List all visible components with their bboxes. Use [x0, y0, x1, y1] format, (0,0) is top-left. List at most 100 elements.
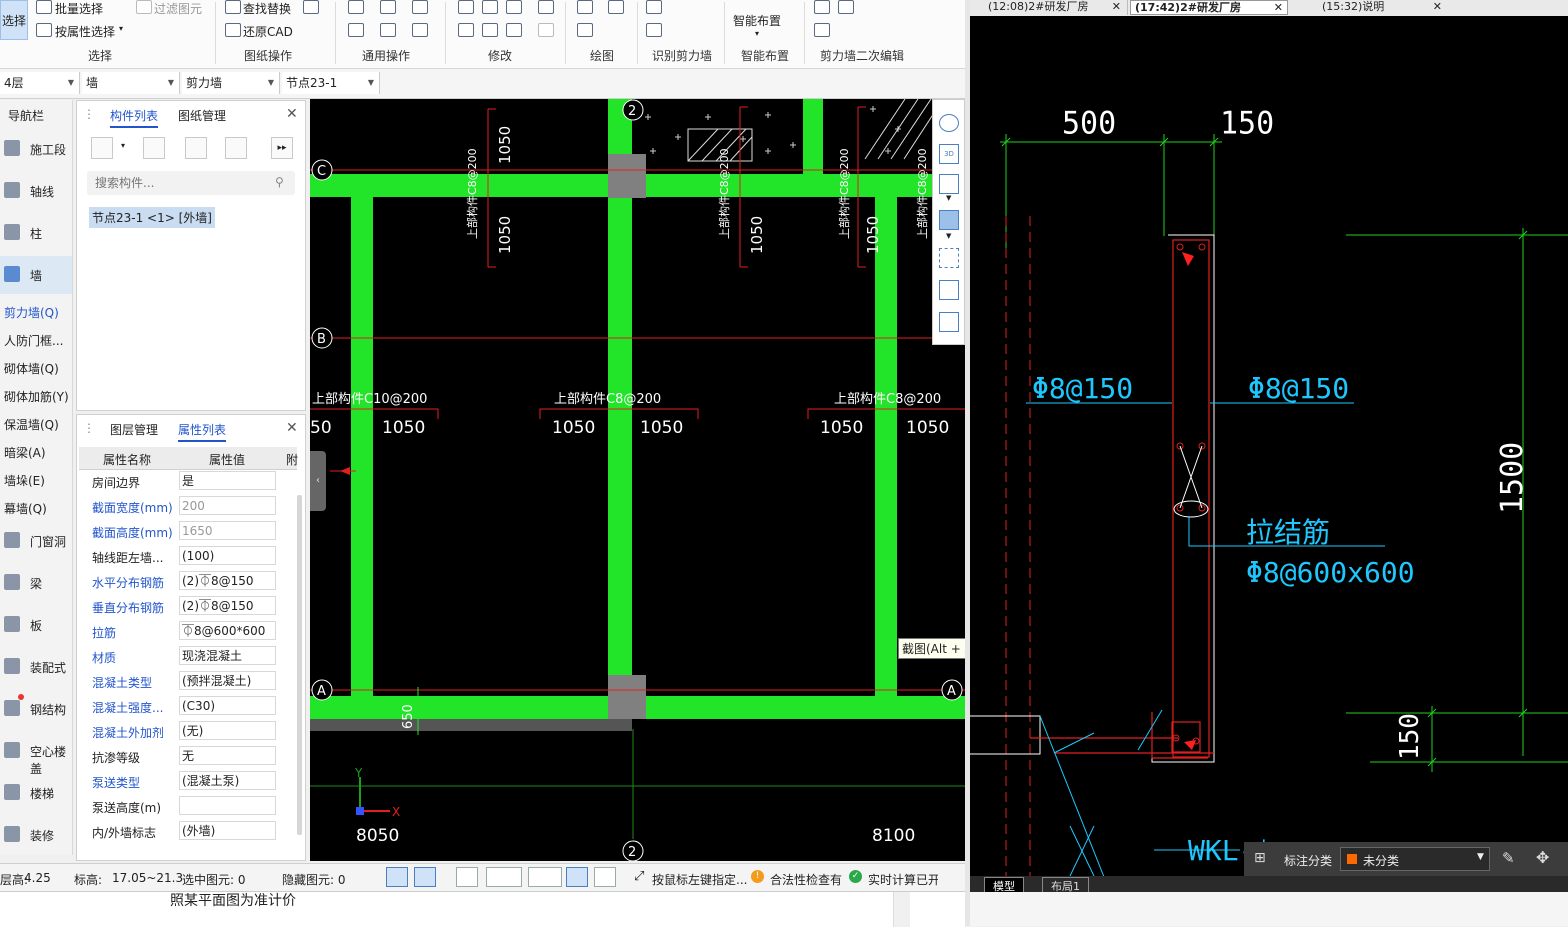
legality-check[interactable]: 合法性检查有 [770, 871, 842, 888]
extend-icon[interactable] [482, 23, 498, 37]
layer-icon[interactable] [303, 0, 319, 14]
realtime-calc[interactable]: 实时计算已开 [868, 871, 938, 888]
more-icon[interactable]: ▸▸ [271, 137, 293, 159]
secondary-edit-icon-2[interactable] [838, 0, 854, 14]
property-value[interactable]: (外墙) [179, 821, 276, 840]
move-icon[interactable]: ✥ [1536, 848, 1549, 867]
arc-draw-icon[interactable] [577, 23, 593, 37]
nav-sub-wall-pier[interactable]: 墙垛(E) [4, 472, 45, 489]
offset-icon[interactable] [538, 23, 554, 37]
snap-toggle[interactable] [414, 867, 436, 887]
type-select[interactable]: 剪力墙 ▼ [182, 72, 280, 94]
nav-item-prefab[interactable]: 装配式 [0, 648, 72, 686]
align-icon[interactable] [506, 0, 522, 14]
attr-select-button[interactable]: 按属性选择 [55, 23, 115, 40]
secondary-edit-icon-3[interactable] [814, 23, 830, 37]
close-icon[interactable]: ✕ [286, 106, 298, 122]
secondary-edit-icon-1[interactable] [814, 0, 830, 14]
property-value[interactable]: 200 [179, 496, 276, 515]
lock-icon[interactable] [348, 23, 364, 37]
break-icon[interactable] [506, 23, 522, 37]
nav-item-door-window[interactable]: 门窗洞 [0, 522, 72, 560]
ortho-toggle[interactable] [386, 867, 408, 887]
nav-sub-shear-wall[interactable]: 剪力墙(Q) [4, 304, 59, 321]
common-op-icon-4[interactable] [380, 23, 396, 37]
property-value[interactable]: 无 [179, 746, 276, 765]
nav-item-axis[interactable]: 轴线 [0, 172, 72, 210]
zoom-extents-icon[interactable] [939, 248, 959, 268]
nav-sub-masonry-wall[interactable]: 砌体墙(Q) [4, 360, 59, 377]
close-icon[interactable]: ✕ [1433, 0, 1442, 14]
mirror-icon[interactable] [482, 0, 498, 14]
property-value[interactable]: (混凝土泵) [179, 771, 276, 790]
property-value[interactable] [179, 796, 276, 815]
chevron-down-icon[interactable]: ▼ [946, 194, 951, 202]
drawing-canvas[interactable]: C B A A 2 2 1050 1050 1050 1050 上部构件C8@2… [310, 99, 965, 861]
copy-component-icon[interactable] [143, 137, 165, 159]
drawing-tab-3[interactable]: (15:32)说明 ✕ [1290, 0, 1448, 15]
search-input[interactable] [93, 174, 267, 192]
recognize-icon-2[interactable] [646, 23, 662, 37]
property-row[interactable]: 垂直分布钢筋 (2)⏁8@150 [80, 594, 280, 619]
detail-drawing-canvas[interactable]: 500 150 1500 150 Φ8@150 Φ8@150 拉结筋 Φ8@60… [970, 16, 1568, 892]
orbit-icon[interactable] [939, 114, 959, 132]
smart-layout-dropdown-icon[interactable]: ▾ [755, 29, 759, 38]
property-value[interactable]: (无) [179, 721, 276, 740]
category-select[interactable]: 墙 ▼ [82, 72, 180, 94]
tab-drawing-management[interactable]: 图纸管理 [178, 107, 226, 124]
nav-item-wall[interactable]: 墙 [0, 256, 72, 294]
tab-layer-management[interactable]: 图层管理 [110, 421, 158, 438]
nav-item-slab[interactable]: 板 [0, 606, 72, 644]
layer-copy-icon[interactable] [225, 137, 247, 159]
drag-handle-icon[interactable]: ⋮ [83, 107, 95, 121]
nav-item-stairs[interactable]: 楼梯 [0, 774, 72, 812]
property-value[interactable]: (C30) [179, 696, 276, 715]
tab-component-list[interactable]: 构件列表 [110, 107, 159, 128]
new-component-icon[interactable] [91, 137, 113, 159]
property-row[interactable]: 房间边界 是 [80, 469, 280, 494]
component-select[interactable]: 节点23-1 ▼ [282, 72, 380, 94]
common-op-icon-1[interactable] [348, 0, 364, 14]
find-replace-button[interactable]: 查找替换 [243, 0, 291, 17]
trim-icon[interactable] [538, 0, 554, 14]
property-row[interactable]: 水平分布钢筋 (2)⏁8@150 [80, 569, 280, 594]
close-icon[interactable]: ✕ [286, 420, 298, 436]
line-draw-icon[interactable] [577, 0, 593, 14]
property-value[interactable]: 1650 [179, 521, 276, 540]
common-op-icon-5[interactable] [412, 23, 428, 37]
grid-icon[interactable]: ⊞ [1254, 850, 1270, 866]
cube-view-icon[interactable] [939, 174, 959, 194]
property-value[interactable]: (2)⏁8@150 [179, 571, 276, 590]
close-icon[interactable]: ✕ [1273, 1, 1283, 14]
property-row[interactable]: 材质 现浇混凝土 [80, 644, 280, 669]
cube-solid-icon[interactable] [939, 210, 959, 230]
batch-select-button[interactable]: 批量选择 [55, 0, 103, 17]
nav-sub-insulation-wall[interactable]: 保温墙(Q) [4, 416, 59, 433]
view-settings-icon[interactable] [939, 312, 959, 332]
nav-sub-masonry-reinforce[interactable]: 砌体加筋(Y) [4, 388, 69, 405]
rect-draw-icon[interactable] [608, 0, 624, 14]
group-label-modify[interactable]: 修改 [488, 47, 512, 64]
move-icon[interactable] [458, 23, 474, 37]
nav-item-hollow-floor[interactable]: 空心楼盖 [0, 732, 72, 776]
property-row[interactable]: 抗渗等级 无 [80, 744, 280, 769]
scrollbar[interactable] [893, 892, 910, 927]
search-field[interactable]: ⚲ [87, 171, 295, 195]
property-row[interactable]: 混凝土外加剂 (无) [80, 719, 280, 744]
property-row[interactable]: 内/外墙标志 (外墙) [80, 819, 280, 844]
nav-sub-curtain-wall[interactable]: 幕墙(Q) [4, 500, 47, 517]
angle-toggle[interactable] [486, 867, 522, 887]
dimension-toggle[interactable] [528, 867, 562, 887]
nav-item-beam[interactable]: 梁 [0, 564, 72, 602]
property-value[interactable]: (100) [179, 546, 276, 565]
copy-icon[interactable] [458, 0, 474, 14]
3d-view-icon[interactable]: 3D [939, 144, 959, 164]
nav-item-construction-stage[interactable]: 施工段 [0, 130, 72, 168]
cross-snap-toggle[interactable] [456, 867, 478, 887]
panel-collapse-handle[interactable]: ‹ [310, 451, 326, 511]
group-label-drawing-ops[interactable]: 图纸操作 [244, 47, 292, 64]
new-dropdown-icon[interactable]: ▾ [121, 141, 125, 150]
common-op-icon-2[interactable] [380, 0, 396, 14]
classify-select[interactable]: 未分类 ▼ [1340, 847, 1490, 871]
filter-element-button[interactable]: 过滤图元 [154, 0, 202, 17]
